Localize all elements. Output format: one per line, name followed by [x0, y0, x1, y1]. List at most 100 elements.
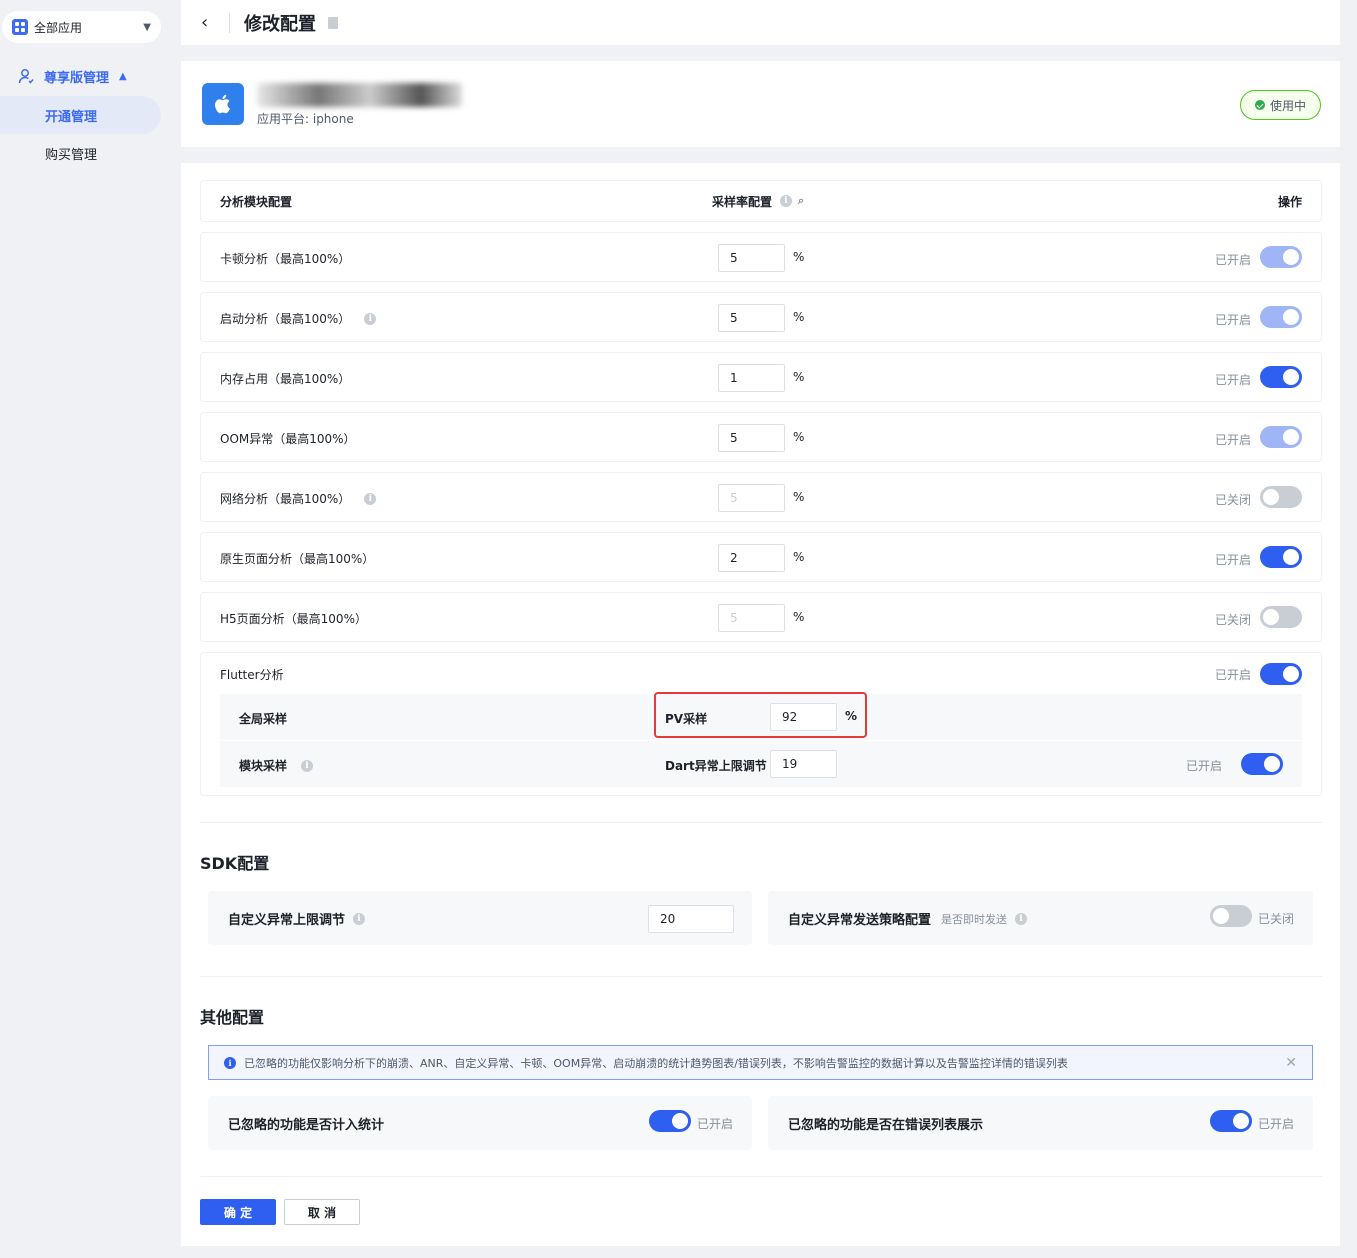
module-sampling-text: 模块采样 [239, 759, 288, 773]
document-icon[interactable] [328, 16, 338, 29]
info-icon[interactable]: i [301, 759, 314, 772]
back-arrow-icon[interactable]: ‹ [201, 12, 221, 33]
row-name-text: 启动分析（最高100%） [220, 312, 351, 326]
module-toggle[interactable] [1260, 366, 1302, 388]
pct-unit: % [793, 250, 805, 264]
row-name-text: OOM异常（最高100%） [220, 432, 356, 446]
table-row: OOM异常（最高100%） 5 % 已开启 [200, 412, 1322, 462]
pct-unit: % [845, 709, 858, 723]
app-select-dropdown[interactable]: 全部应用 ▼ [2, 11, 161, 43]
page-header: ‹ 修改配置 [181, 0, 1340, 45]
rate-input[interactable]: 2 [718, 544, 785, 572]
info-icon: i [224, 1056, 236, 1069]
flutter-section: Flutter分析 已开启 全局采样 PV采样 92 % 模块采样 i Dart异… [200, 652, 1322, 796]
pct-unit: % [793, 430, 805, 444]
nav-group-premium[interactable]: 尊享版管理 ▲ [18, 66, 158, 86]
user-icon [18, 69, 34, 84]
app-name-redacted [257, 83, 462, 107]
custom-exception-policy-text: 自定义异常发送策略配置 [788, 913, 932, 928]
table-row: H5页面分析（最高100%） 5 % 已关闭 [200, 592, 1322, 642]
row-name: 启动分析（最高100%） i [220, 310, 377, 327]
status-label: 使用中 [1269, 98, 1306, 113]
policy-toggle[interactable] [1210, 905, 1252, 927]
custom-exception-limit-label: 自定义异常上限调节 i [228, 909, 366, 928]
notice-text: 已忽略的功能仅影响分析下的崩溃、ANR、自定义异常、卡顿、OOM异常、启动崩溃的… [244, 1056, 1068, 1070]
col-module: 分析模块配置 [220, 194, 293, 209]
table-row: 网络分析（最高100%） i 5 % 已关闭 [200, 472, 1322, 522]
module-sampling-row: 模块采样 i Dart异常上限调节 19 已开启 [220, 741, 1302, 787]
custom-exception-limit-text: 自定义异常上限调节 [228, 913, 346, 928]
app-platform: 应用平台: iphone [257, 112, 354, 126]
close-icon[interactable]: ✕ [1285, 1055, 1297, 1071]
info-icon[interactable]: i [364, 312, 377, 325]
page-title: 修改配置 [244, 13, 316, 35]
col-action: 操作 [1277, 194, 1302, 209]
sidebar-item-activation[interactable]: 开通管理 [0, 96, 161, 134]
rate-input[interactable]: 5 [718, 304, 785, 332]
chevron-up-icon: ▲ [119, 70, 127, 82]
table-row: 内存占用（最高100%） 1 % 已开启 [200, 352, 1322, 402]
pct-unit: % [793, 370, 805, 384]
module-toggle[interactable] [1260, 306, 1302, 328]
pct-unit: % [793, 610, 805, 624]
row-name-text: 内存占用（最高100%） [220, 372, 351, 386]
flutter-toggle[interactable] [1260, 663, 1302, 685]
divider [200, 976, 1322, 977]
module-toggle[interactable] [1260, 606, 1302, 628]
module-sampling-toggle[interactable] [1241, 753, 1283, 775]
zoom-icon[interactable]: ⌕ [798, 194, 804, 208]
divider [200, 1176, 1322, 1177]
info-icon[interactable]: i [780, 195, 793, 207]
col-rate: 采样率配置 i ⌕ [712, 193, 804, 210]
policy-hint: 是否即时发送 [941, 912, 1008, 926]
custom-exception-limit-input[interactable]: 20 [648, 905, 734, 933]
ignored-count-toggle[interactable] [649, 1110, 691, 1132]
module-toggle[interactable] [1260, 426, 1302, 448]
row-name: 原生页面分析（最高100%） [220, 550, 374, 567]
table-row: 原生页面分析（最高100%） 2 % 已开启 [200, 532, 1322, 582]
table-row: 卡顿分析（最高100%） 5 % 已开启 [200, 232, 1322, 282]
sidebar: 全部应用 ▼ 尊享版管理 ▲ 开通管理 购买管理 [0, 0, 170, 1258]
ignored-count-label: 已忽略的功能是否计入统计 [228, 1118, 385, 1133]
module-sampling-label: 模块采样 i [239, 757, 314, 774]
sidebar-item-purchase[interactable]: 购买管理 [0, 134, 161, 172]
col-rate-label: 采样率配置 [712, 194, 773, 209]
module-state: 已开启 [1185, 759, 1222, 773]
rate-input[interactable]: 5 [718, 424, 785, 452]
custom-exception-policy-label: 自定义异常发送策略配置 是否即时发送 i [788, 909, 1028, 928]
row-name: OOM异常（最高100%） [220, 430, 356, 447]
rate-input[interactable]: 5 [718, 484, 785, 512]
other-section-title: 其他配置 [200, 1008, 265, 1027]
confirm-button[interactable]: 确 定 [200, 1199, 276, 1225]
rate-input[interactable]: 5 [718, 244, 785, 272]
pct-unit: % [793, 490, 805, 504]
ignored-count-config: 已忽略的功能是否计入统计 已开启 [208, 1096, 752, 1150]
pv-sampling-input[interactable]: 92 [770, 703, 837, 731]
row-name: 网络分析（最高100%） i [220, 490, 377, 507]
info-icon[interactable]: i [364, 492, 377, 505]
flutter-name: Flutter分析 [220, 668, 284, 682]
check-circle-icon [1254, 100, 1265, 110]
ignored-notice: i 已忽略的功能仅影响分析下的崩溃、ANR、自定义异常、卡顿、OOM异常、启动崩… [208, 1045, 1313, 1080]
rate-input[interactable]: 1 [718, 364, 785, 392]
row-name-text: 卡顿分析（最高100%） [220, 252, 351, 266]
ignored-show-toggle[interactable] [1210, 1110, 1252, 1132]
module-toggle[interactable] [1260, 486, 1302, 508]
toggle-state: 已开启 [1214, 313, 1251, 327]
info-icon[interactable]: i [1015, 912, 1028, 925]
row-name-text: 网络分析（最高100%） [220, 492, 351, 506]
module-toggle[interactable] [1260, 546, 1302, 568]
toggle-state: 已开启 [1214, 253, 1251, 267]
module-toggle[interactable] [1260, 246, 1302, 268]
dart-limit-label: Dart异常上限调节 [665, 759, 767, 773]
nav-group-label: 尊享版管理 [44, 70, 110, 86]
rate-input[interactable]: 5 [718, 604, 785, 632]
config-panel: 分析模块配置 采样率配置 i ⌕ 操作 卡顿分析（最高100%） 5 % 已开启… [181, 163, 1340, 1246]
divider [200, 822, 1322, 823]
row-name-text: 原生页面分析（最高100%） [220, 552, 375, 566]
info-icon[interactable]: i [353, 912, 366, 925]
pct-unit: % [793, 550, 805, 564]
cancel-button[interactable]: 取 消 [284, 1199, 360, 1225]
module-config-table: 分析模块配置 采样率配置 i ⌕ 操作 卡顿分析（最高100%） 5 % 已开启… [200, 180, 1322, 796]
dart-limit-input[interactable]: 19 [770, 750, 837, 778]
